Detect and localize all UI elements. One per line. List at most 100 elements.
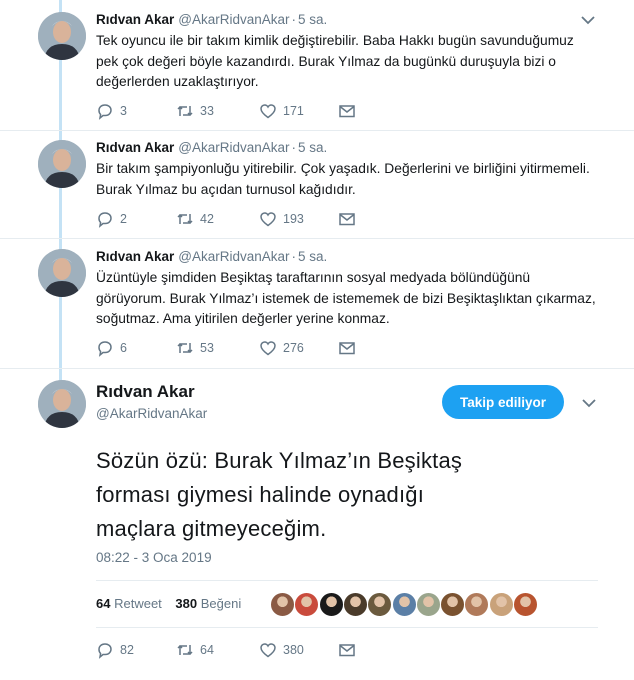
dm-button[interactable] <box>338 210 356 228</box>
tweet-text-line: görüyorum. Burak Yılmaz’ı istemek de ist… <box>96 290 596 306</box>
author-name[interactable]: Rıdvan Akar <box>96 249 174 264</box>
liker-avatar[interactable] <box>440 592 466 617</box>
heart-icon <box>260 341 276 356</box>
retweet-count: 33 <box>200 104 214 118</box>
reply-button[interactable]: 2 <box>96 210 127 228</box>
retweet-icon <box>177 342 193 354</box>
tweet-text-line: Sözün özü: Burak Yılmaz’ın Beşiktaş <box>96 448 463 473</box>
liker-avatar[interactable] <box>342 592 368 617</box>
divider <box>0 368 634 369</box>
retweet-button[interactable]: 33 <box>176 102 214 120</box>
liker-avatar[interactable] <box>464 592 490 617</box>
thread-tweet[interactable]: Rıdvan Akar @AkarRidvanAkar · 5 sa. Üzüntüy… <box>0 249 634 367</box>
liker-avatar[interactable] <box>513 592 538 617</box>
like-count: 276 <box>283 341 304 355</box>
like-stat-count: 380 <box>175 596 198 611</box>
retweet-icon <box>177 105 193 117</box>
tweet-text: Üzüntüyle şimdiden Beşiktaş taraftarının… <box>96 268 606 330</box>
heart-icon <box>260 104 276 119</box>
like-button[interactable]: 276 <box>259 339 304 357</box>
like-stat[interactable]: 380 Beğeni <box>175 596 241 611</box>
tweet-time[interactable]: 5 sa. <box>298 12 327 27</box>
retweet-count: 42 <box>200 212 214 226</box>
tweet-time[interactable]: 5 sa. <box>298 140 327 155</box>
tweet-time[interactable]: 5 sa. <box>298 249 327 264</box>
author-name[interactable]: Rıdvan Akar <box>96 12 174 27</box>
tweet-text: Bir takım şampiyonluğu yitirebilir. Çok … <box>96 159 606 200</box>
liker-avatar[interactable] <box>415 592 441 617</box>
dm-button[interactable] <box>338 102 356 120</box>
retweet-button[interactable]: 42 <box>176 210 214 228</box>
thread-tweet[interactable]: Rıdvan Akar @AkarRidvanAkar · 5 sa. Tek oyu… <box>0 12 634 130</box>
retweet-stat-label: Retweet <box>114 596 162 611</box>
dm-button[interactable] <box>338 339 356 357</box>
liker-avatar[interactable] <box>488 592 514 617</box>
avatar[interactable] <box>38 380 86 428</box>
retweet-stat[interactable]: 64 Retweet <box>96 596 162 611</box>
separator-dot: · <box>291 249 297 264</box>
liker-avatar[interactable] <box>391 592 417 617</box>
tweet-text-line: Burak Yılmaz bu açıdan turnusol kağıdıdı… <box>96 181 356 197</box>
retweet-button[interactable]: 64 <box>176 641 214 659</box>
like-count: 380 <box>283 643 304 657</box>
like-stat-label: Beğeni <box>200 596 242 611</box>
liker-avatar[interactable] <box>294 592 320 617</box>
retweet-stat-count: 64 <box>96 596 111 611</box>
reply-count: 82 <box>120 643 134 657</box>
reply-icon <box>98 341 112 357</box>
reply-button[interactable]: 6 <box>96 339 127 357</box>
heart-icon <box>260 643 276 658</box>
tweet-header: Rıdvan Akar @AkarRidvanAkar · 5 sa. <box>96 12 327 27</box>
liker-avatar[interactable] <box>367 592 393 617</box>
retweet-icon <box>177 213 193 225</box>
reply-button[interactable]: 3 <box>96 102 127 120</box>
envelope-icon <box>339 644 355 657</box>
reply-button[interactable]: 82 <box>96 641 134 659</box>
tweet-text-line: forması giymesi halinde oynadığı <box>96 482 425 507</box>
author-handle[interactable]: @AkarRidvanAkar <box>178 12 289 27</box>
like-count: 193 <box>283 212 304 226</box>
reply-count: 2 <box>120 212 127 226</box>
tweet-header: Rıdvan Akar @AkarRidvanAkar · 5 sa. <box>96 249 327 264</box>
divider <box>0 238 634 239</box>
liker-avatar[interactable] <box>318 592 344 617</box>
dm-button[interactable] <box>338 641 356 659</box>
thread-tweet[interactable]: Rıdvan Akar @AkarRidvanAkar · 5 sa. Bir tak… <box>0 140 634 238</box>
divider <box>96 580 598 581</box>
chevron-down-icon[interactable] <box>581 397 597 409</box>
author-handle[interactable]: @AkarRidvanAkar <box>96 406 207 421</box>
avatar[interactable] <box>38 12 86 60</box>
author-name[interactable]: Rıdvan Akar <box>96 140 174 155</box>
like-button[interactable]: 193 <box>259 210 304 228</box>
envelope-icon <box>339 342 355 355</box>
like-button[interactable]: 380 <box>259 641 304 659</box>
retweet-button[interactable]: 53 <box>176 339 214 357</box>
tweet-text-line: Tek oyuncu ile bir takım kimlik değiştir… <box>96 33 574 48</box>
reply-icon <box>98 212 112 228</box>
tweet-header: Rıdvan Akar @AkarRidvanAkar · 5 sa. <box>96 140 327 155</box>
avatar[interactable] <box>38 249 86 297</box>
retweet-icon <box>177 644 193 656</box>
following-button[interactable]: Takip ediliyor <box>442 385 564 419</box>
author-name[interactable]: Rıdvan Akar <box>96 382 195 402</box>
like-count: 171 <box>283 104 304 118</box>
tweet-stats: 64 Retweet 380 Beğeni <box>96 596 241 611</box>
envelope-icon <box>339 105 355 118</box>
author-handle[interactable]: @AkarRidvanAkar <box>178 140 289 155</box>
avatar[interactable] <box>38 140 86 188</box>
separator-dot: · <box>291 140 297 155</box>
tweet-text-line: değerlerden uzaklaştırıyor. <box>96 74 259 89</box>
liker-avatar[interactable] <box>270 592 295 617</box>
tweet-timestamp[interactable]: 08:22 - 3 Oca 2019 <box>96 550 212 565</box>
tweet-text-line: Üzüntüyle şimdiden Beşiktaş taraftarının… <box>96 270 531 285</box>
focused-tweet-text: Sözün özü: Burak Yılmaz’ın Beşiktaş form… <box>96 444 596 546</box>
envelope-icon <box>339 213 355 226</box>
reply-count: 3 <box>120 104 127 118</box>
reply-count: 6 <box>120 341 127 355</box>
author-handle[interactable]: @AkarRidvanAkar <box>178 249 289 264</box>
retweet-count: 64 <box>200 643 214 657</box>
retweet-count: 53 <box>200 341 214 355</box>
chevron-down-icon[interactable] <box>580 14 596 26</box>
divider <box>96 627 598 628</box>
like-button[interactable]: 171 <box>259 102 304 120</box>
